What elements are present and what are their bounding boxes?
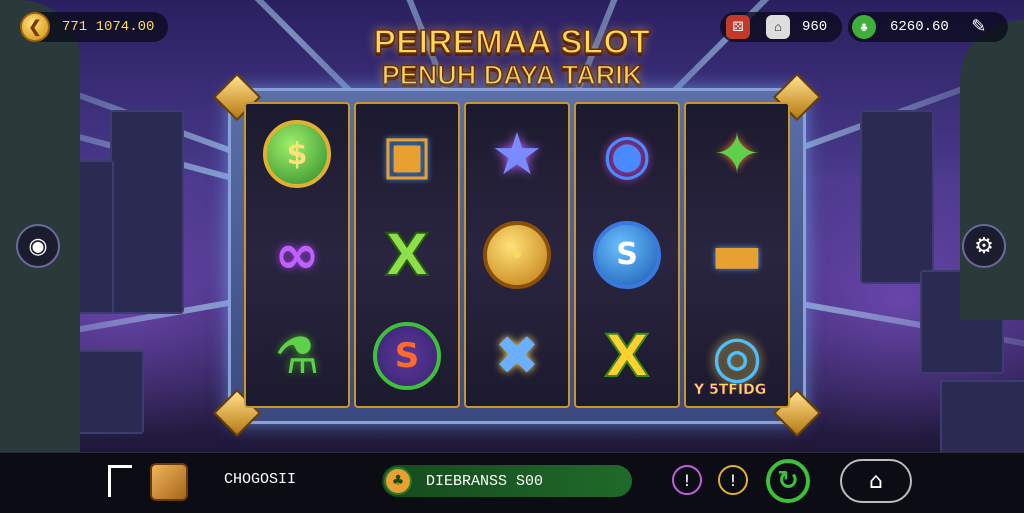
dollar-shield-icon: S: [373, 321, 441, 390]
bet-value: CHOGOSII: [224, 471, 297, 488]
gems-value: 960: [802, 19, 828, 35]
win-bar[interactable]: ♣ DIEBRANSS S00: [382, 465, 632, 497]
reels-grid: $ ∞ ⚗ ▣ X S ★ ● ✖ ◉ S X ✦ ▬ ◎: [244, 102, 790, 408]
crystal-x-icon: ✖: [494, 324, 540, 388]
reel-cell: S: [367, 316, 447, 396]
bet-bracket-icon: [108, 465, 132, 497]
clover-icon: ♣: [384, 467, 412, 495]
dollar-coin-icon: $: [263, 120, 331, 189]
reel-cell: ✦: [697, 114, 777, 194]
reel-cell: ▣: [367, 114, 447, 194]
settings-button[interactable]: ⚙: [962, 224, 1006, 268]
house-icon: ⌂: [766, 15, 790, 39]
cannon-bullet-icon: ▬: [710, 222, 764, 288]
reel-1: $ ∞ ⚗: [244, 102, 350, 408]
gold-coin-icon: ❮: [20, 12, 50, 42]
tool-icon[interactable]: ✎: [967, 15, 991, 39]
left-menu-button[interactable]: ◉: [16, 224, 60, 268]
bonus-value: 6260.60: [890, 19, 949, 35]
gold-coin-icon: ●: [483, 220, 551, 289]
info-button[interactable]: !: [672, 465, 702, 495]
reel-5: ✦ ▬ ◎: [684, 102, 790, 408]
reel-cell: ⚗: [257, 316, 337, 396]
reel-cell: ★: [477, 114, 557, 194]
alert-button[interactable]: !: [718, 465, 748, 495]
clover-icon: ♣: [852, 15, 876, 39]
reel-cell: ●: [477, 215, 557, 295]
reel-cell: ∞: [257, 215, 337, 295]
wild-ring-icon: ◎: [711, 321, 763, 390]
ring-ticket-icon: ◉: [602, 121, 652, 187]
potion-bottle-icon: ⚗: [274, 326, 320, 385]
reel-3: ★ ● ✖: [464, 102, 570, 408]
green-dragon-icon: ✦: [713, 121, 761, 187]
chain-link-icon: ∞: [274, 223, 320, 287]
reel-cell: X: [587, 316, 667, 396]
dice-icon[interactable]: ⚄: [726, 15, 750, 39]
yellow-x-icon: X: [604, 321, 651, 391]
menu-icon: ◉: [28, 233, 48, 259]
balance-pill[interactable]: ❮ 771 1074.00: [20, 12, 168, 42]
reel-cell: ▬: [697, 215, 777, 295]
balance-value: 771 1074.00: [62, 19, 155, 35]
bet-chest-button[interactable]: [150, 463, 188, 501]
reel-cell: X: [367, 215, 447, 295]
spin-button[interactable]: ↻: [766, 459, 810, 503]
gear-icon: ⚙: [974, 233, 994, 259]
reel-4: ◉ S X: [574, 102, 680, 408]
reel-cell: ✖: [477, 316, 557, 396]
gems-pill[interactable]: ⚄ ⌂ 960: [720, 12, 842, 42]
reel-cell: $: [257, 114, 337, 194]
blue-s-coin-icon: S: [593, 220, 661, 289]
house-icon: ⌂: [869, 468, 883, 494]
green-x-icon: X: [384, 220, 431, 290]
crystal-star-icon: ★: [491, 120, 543, 189]
game-title: PEIREMAA SLOT PENUH DAYA TARIK: [330, 23, 694, 91]
treasure-chest-icon: ▣: [381, 122, 433, 186]
reel-cell: ◉: [587, 114, 667, 194]
win-label: DIEBRANSS S00: [426, 472, 544, 490]
reel-cell: S: [587, 215, 667, 295]
bottom-bar: CHOGOSII ♣ DIEBRANSS S00 ! ! ↻ ⌂: [0, 452, 1024, 513]
reel-2: ▣ X S: [354, 102, 460, 408]
title-line-2: PENUH DAYA TARIK: [381, 59, 643, 91]
home-button[interactable]: ⌂: [840, 459, 912, 503]
reel-wild-label: Y 5TFIDG: [694, 382, 767, 399]
bonus-pill[interactable]: ♣ 6260.60 ✎: [848, 12, 1008, 42]
title-line-1: PEIREMAA SLOT: [373, 23, 651, 61]
